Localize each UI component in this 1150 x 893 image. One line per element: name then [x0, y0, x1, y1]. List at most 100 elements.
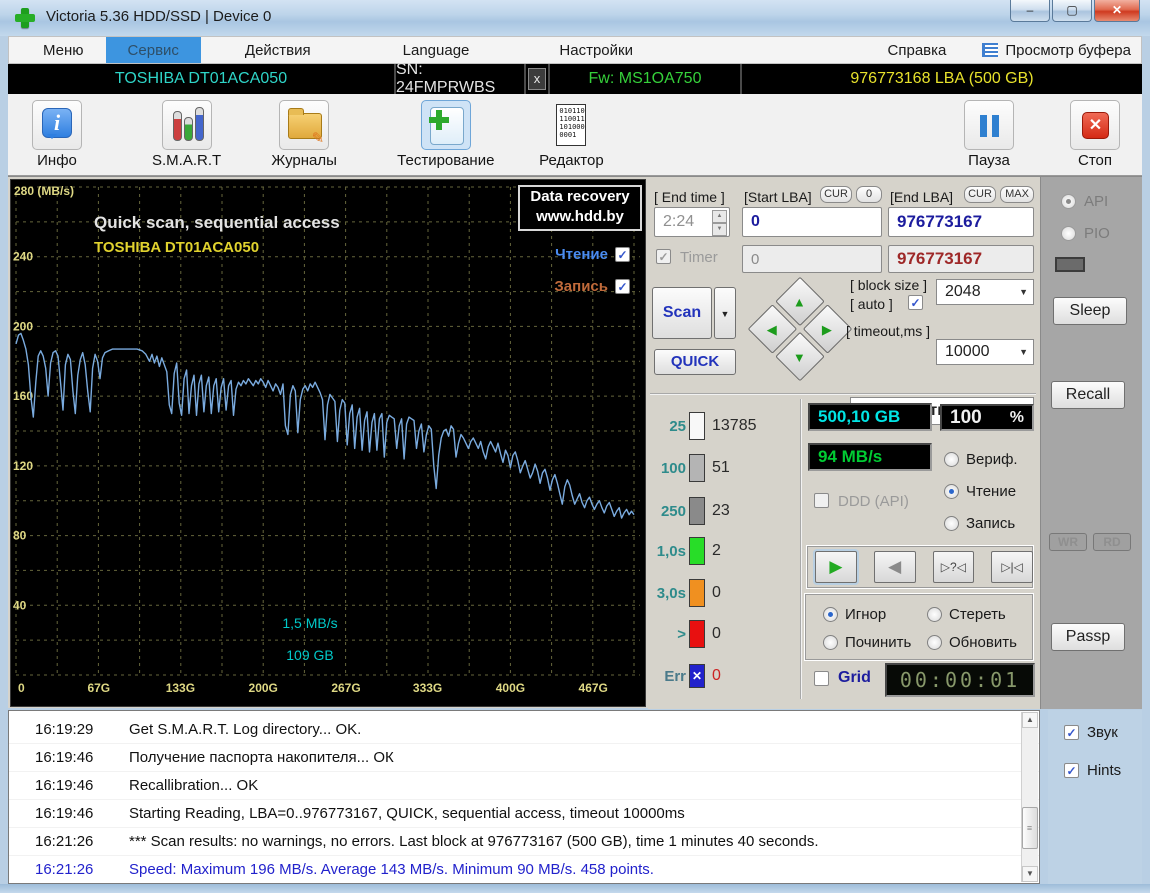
sound-checkbox[interactable]: ✓ — [1064, 725, 1079, 740]
rd-button[interactable]: RD — [1093, 533, 1131, 551]
end-lba-label: [End LBA] — [890, 189, 954, 205]
test-button[interactable]: Тестирование — [397, 100, 494, 169]
legend-write-checkbox[interactable]: ✓ — [615, 278, 630, 294]
menu-item-actions[interactable]: Действия — [223, 37, 333, 63]
mode-verify-row[interactable]: Вериф. — [944, 451, 1018, 468]
latency-row-25: 25 13785 — [648, 411, 757, 441]
scroll-up-arrow-icon[interactable]: ▲ — [1022, 712, 1038, 728]
action-refresh-row[interactable]: Обновить — [927, 634, 1017, 651]
sleep-button[interactable]: Sleep — [1053, 297, 1127, 325]
random-seek-button[interactable]: ▷?◁ — [932, 551, 975, 583]
test-first-aid-icon — [420, 100, 471, 150]
latency-block-3s — [689, 579, 705, 607]
block-size-select[interactable]: 2048 — [936, 279, 1034, 305]
log-scrollbar[interactable]: ▲ ≡ ▼ — [1021, 712, 1038, 882]
logs-folder-icon: ✎ — [279, 100, 330, 150]
ddd-api-checkbox[interactable] — [814, 493, 829, 508]
start-lba-cur-button[interactable]: CUR — [820, 186, 852, 203]
logs-button[interactable]: ✎ Журналы — [271, 100, 337, 169]
recall-button[interactable]: Recall — [1051, 381, 1125, 409]
smart-button[interactable]: S.M.A.R.T — [152, 100, 221, 169]
menu-item-service[interactable]: Сервис — [105, 37, 201, 63]
menu-item-settings[interactable]: Настройки — [537, 37, 655, 63]
transport-controls: ▶ ◀ ▷?◁ ▷|◁ — [806, 545, 1034, 589]
stop-label: Стоп — [1078, 152, 1112, 169]
device-divider[interactable]: x — [526, 64, 550, 94]
play-forward-button[interactable]: ▶ — [815, 551, 857, 583]
mode-read-radio[interactable] — [944, 484, 959, 499]
pio-radio[interactable] — [1061, 226, 1076, 241]
passp-button[interactable]: Passp — [1051, 623, 1125, 651]
svg-text:200: 200 — [13, 319, 33, 333]
device-model[interactable]: TOSHIBA DT01ACA050 — [8, 64, 396, 94]
quick-button[interactable]: QUICK — [654, 349, 736, 375]
scan-button[interactable]: Scan — [652, 287, 712, 339]
api-radio-row[interactable]: API — [1061, 193, 1108, 210]
action-ignore-row[interactable]: Игнор — [823, 606, 886, 623]
action-erase-row[interactable]: Стереть — [927, 606, 1006, 623]
scroll-thumb[interactable]: ≡ — [1022, 807, 1038, 849]
end-lba-cur-button[interactable]: CUR — [964, 186, 996, 203]
mode-verify-radio[interactable] — [944, 452, 959, 467]
maximize-button[interactable]: ▢ — [1052, 0, 1092, 22]
pio-radio-row[interactable]: PIO — [1061, 225, 1110, 242]
end-lba2-field[interactable]: 976773167 — [888, 245, 1034, 273]
mode-read-row[interactable]: Чтение — [944, 483, 1016, 500]
action-erase-radio[interactable] — [927, 607, 942, 622]
action-repair-radio[interactable] — [823, 635, 838, 650]
end-lba-input[interactable]: 976773167 — [888, 207, 1034, 237]
end-time-spin-arrows[interactable]: ▲ ▼ — [712, 210, 727, 236]
defect-action-group: Игнор Стереть Починить Обновить — [804, 593, 1034, 661]
play-backward-button[interactable]: ◀ — [873, 551, 916, 583]
latency-block-25 — [689, 412, 705, 440]
start-lba2-field[interactable]: 0 — [742, 245, 882, 273]
auto-label: [ auto ] — [850, 296, 893, 312]
percent-lcd: 100 % — [940, 404, 1034, 431]
legend-read-checkbox[interactable]: ✓ — [615, 246, 630, 262]
mode-write-row[interactable]: Запись — [944, 515, 1015, 532]
minimize-button[interactable]: – — [1010, 0, 1050, 22]
editor-binary-page-icon: 010110 110011 101000 0001 — [546, 100, 596, 150]
action-ignore-radio[interactable] — [823, 607, 838, 622]
timer-checkbox[interactable]: ✓ — [656, 249, 671, 264]
wr-button[interactable]: WR — [1049, 533, 1087, 551]
latency-block-over — [689, 620, 705, 648]
api-radio[interactable] — [1061, 194, 1076, 209]
menu-item-menu[interactable]: Меню — [21, 37, 106, 63]
close-button[interactable]: ✕ — [1094, 0, 1140, 22]
start-lba-input[interactable]: 0 — [742, 207, 882, 237]
action-refresh-radio[interactable] — [927, 635, 942, 650]
info-button[interactable]: i Инфо — [24, 100, 90, 169]
graph-title: Quick scan, sequential access — [94, 213, 340, 232]
sound-checkbox-row[interactable]: ✓ Звук — [1064, 724, 1118, 741]
latency-row-250: 250 23 — [648, 496, 730, 526]
elapsed-time-lcd: 00:00:01 — [885, 663, 1035, 697]
action-repair-label: Починить — [845, 634, 912, 651]
start-lba-zero-button[interactable]: 0 — [856, 186, 882, 203]
scan-dropdown-button[interactable]: ▼ — [714, 287, 736, 339]
menu-item-help[interactable]: Справка — [858, 37, 977, 63]
buffer-view-button[interactable]: Просмотр буфера — [976, 37, 1141, 63]
end-lba-max-button[interactable]: MAX — [1000, 186, 1034, 203]
window-title: Victoria 5.36 HDD/SSD | Device 0 — [46, 8, 272, 25]
pause-button[interactable]: Пауза — [956, 100, 1022, 169]
action-repair-row[interactable]: Починить — [823, 634, 911, 651]
auto-checkbox[interactable]: ✓ — [908, 295, 923, 310]
timeout-select[interactable]: 10000 — [936, 339, 1034, 365]
stop-button[interactable]: ✕ Стоп — [1062, 100, 1128, 169]
info-icon: i — [32, 100, 82, 150]
grid-checkbox[interactable] — [814, 671, 829, 686]
editor-button[interactable]: 010110 110011 101000 0001 Редактор — [538, 100, 604, 169]
log-panel[interactable]: 16:19:29 Get S.M.A.R.T. Log directory...… — [8, 710, 1040, 884]
end-time-spinner[interactable]: 2:24 ▲ ▼ — [654, 207, 730, 237]
svg-text:333G: 333G — [413, 681, 442, 695]
pad-down-arrow-icon: ▼ — [792, 349, 806, 365]
hints-checkbox[interactable]: ✓ — [1064, 763, 1079, 778]
scroll-down-arrow-icon[interactable]: ▼ — [1022, 866, 1038, 882]
butterfly-button[interactable]: ▷|◁ — [991, 551, 1033, 583]
menu-item-language[interactable]: Language — [381, 37, 492, 63]
mode-write-radio[interactable] — [944, 516, 959, 531]
hints-checkbox-row[interactable]: ✓ Hints — [1064, 762, 1121, 779]
menu-spacer — [655, 37, 858, 63]
device-serial: SN: 24FMPRWBS — [396, 61, 526, 96]
